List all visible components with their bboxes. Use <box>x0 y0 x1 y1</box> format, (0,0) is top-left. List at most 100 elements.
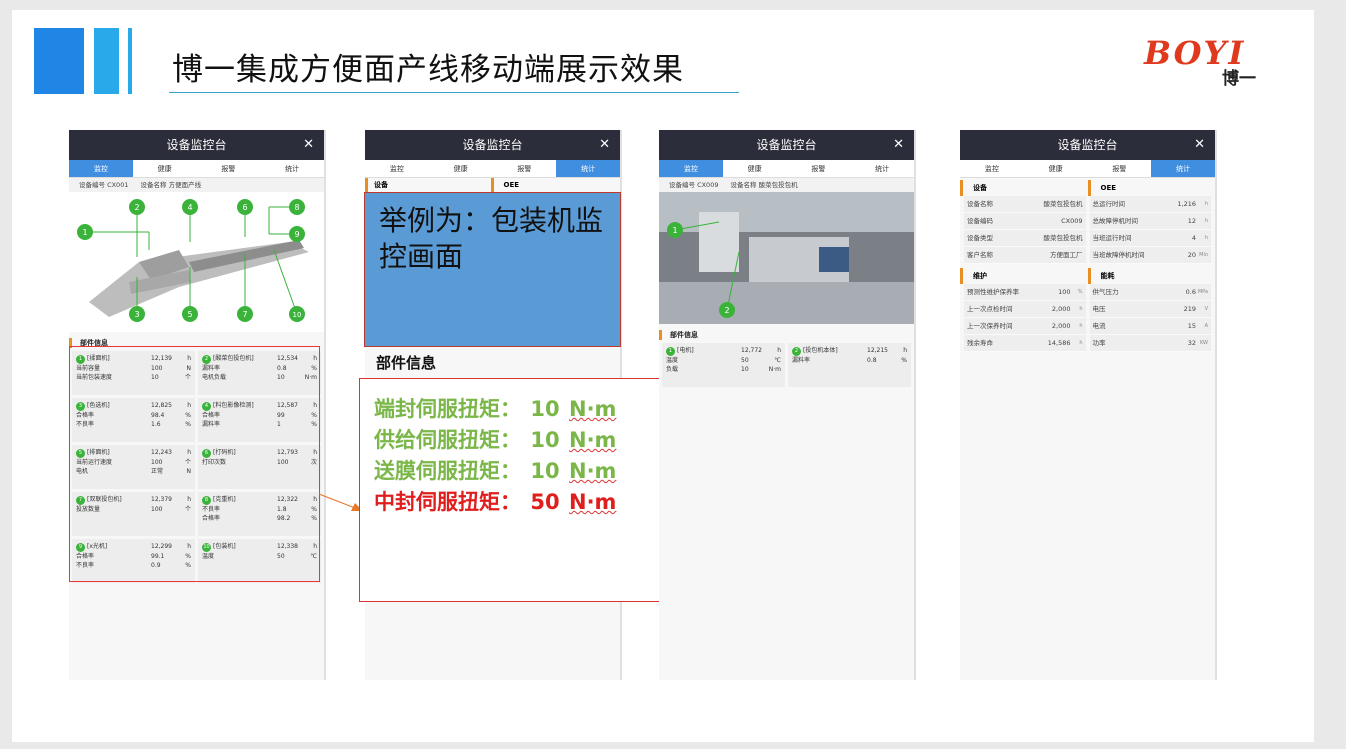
torque-value: 50 <box>530 490 560 514</box>
torque-label: 端封伺服扭矩： <box>374 397 521 421</box>
component-card[interactable]: 2 [投包机本体] 12,215 h 漏料率 0.8% <box>788 343 911 387</box>
stat-label: 预测性维护保养率 <box>967 288 1019 296</box>
svg-text:5: 5 <box>187 310 192 319</box>
title-accent-bar <box>128 28 132 94</box>
phone-title: 设备监控台 <box>756 138 817 152</box>
device-number: 设备编号 CX001 <box>79 181 129 189</box>
stat-label: 总运行时间 <box>1092 200 1126 208</box>
stat-label: 设备类型 <box>967 234 993 242</box>
stat-value: 14,586 <box>1047 339 1071 347</box>
stat-label: 电流 <box>1092 322 1106 330</box>
stat-unit: h <box>1204 218 1208 224</box>
section-title: 部件信息 <box>659 330 914 340</box>
stat-value: 酸菜包投包机 <box>1043 234 1083 242</box>
close-icon[interactable]: ✕ <box>303 130 314 160</box>
stat-unit: h <box>1204 235 1208 241</box>
phone-bagging-monitor: 设备监控台 ✕ 监控 健康 报警 统计 设备编号 CX009 设备名称 酸菜包投… <box>659 130 916 680</box>
card-name: [电机] <box>677 347 694 354</box>
tab-alarm[interactable]: 报警 <box>787 160 851 177</box>
stat-label: 电压 <box>1092 305 1106 313</box>
slide-title: 博一集成方便面产线移动端展示效果 <box>172 52 684 88</box>
stat-unit: MPa <box>1197 289 1208 295</box>
production-line-illustration: 1 2 3 4 5 6 7 8 9 10 <box>77 199 309 322</box>
stat-label: 功率 <box>1092 339 1106 347</box>
highlight-box <box>69 346 320 582</box>
stat-block-1: 设备名称 酸菜包投包机 设备编码 CX009 设备类型 酸菜包投包机 客户名称 方便面工厂 总… <box>960 196 1215 264</box>
stat-row: 上一次点检时间 2,000 h <box>964 301 1086 318</box>
svg-text:9: 9 <box>294 230 299 239</box>
tab-alarm[interactable]: 报警 <box>197 160 261 177</box>
tab-health[interactable]: 健康 <box>1024 160 1088 177</box>
component-card[interactable]: 1 [电机] 12,772 h 温度 50 ℃ 负载 10 N·m <box>662 343 785 387</box>
tab-monitor[interactable]: 监控 <box>960 160 1024 177</box>
card-header: 2 [投包机本体] 12,215 h <box>792 346 907 356</box>
close-icon[interactable]: ✕ <box>893 130 904 160</box>
svg-text:6: 6 <box>242 203 247 212</box>
stat-label: 设备名称 <box>967 200 993 208</box>
stat-row: 电压 219 V <box>1089 301 1211 318</box>
stat-value: 2,000 <box>1051 305 1071 313</box>
stat-section-heads: 维护 能耗 <box>960 268 1215 284</box>
metric-label: 负载 <box>666 366 679 373</box>
tab-health[interactable]: 健康 <box>133 160 197 177</box>
phone-header: 设备监控台 ✕ <box>659 130 914 160</box>
tab-health[interactable]: 健康 <box>429 160 493 177</box>
stat-row: 设备名称 酸菜包投包机 <box>964 196 1086 213</box>
stat-row: 设备编码 CX009 <box>964 213 1086 230</box>
oee-list: 总运行时间 1,216 h 总故障停机时间 12 h 当班运行时间 4 h 当班故障停机时间 20 M… <box>1088 196 1214 264</box>
stat-row: 残余寿命 14,586 h <box>964 335 1086 352</box>
section-oee: OEE <box>1087 180 1216 196</box>
logo-subtext: 博一 <box>1222 69 1256 89</box>
metric-label: 温度 <box>666 357 679 364</box>
card-hours-unit: h <box>777 347 781 354</box>
stat-unit: Min <box>1199 252 1208 258</box>
stat-row: 当班故障停机时间 20 Min <box>1089 247 1211 264</box>
title-accent-bar <box>94 28 119 94</box>
stat-value: 20 <box>1187 251 1196 259</box>
torque-row: 供给伺服扭矩： 10 N·m <box>374 424 616 454</box>
tab-stats[interactable]: 统计 <box>556 160 620 177</box>
card-metric-row: 负载 10 N·m <box>666 365 781 374</box>
torque-value: 10 <box>530 459 560 483</box>
metric-value: 50 <box>741 357 749 364</box>
device-info: 设备编号 CX001 设备名称 方便面产线 <box>69 178 324 192</box>
torque-unit: N·m <box>569 490 617 514</box>
device-detail-list: 设备名称 酸菜包投包机 设备编码 CX009 设备类型 酸菜包投包机 客户名称 方便面工厂 <box>962 196 1088 264</box>
tab-stats[interactable]: 统计 <box>850 160 914 177</box>
card-hours: 12,215 <box>867 347 888 354</box>
stat-label: 当班运行时间 <box>1092 234 1132 242</box>
device-info: 设备编号 CX009 设备名称 酸菜包投包机 <box>659 178 914 192</box>
example-text: 举例为：包装机监控画面 <box>379 204 604 273</box>
tab-alarm[interactable]: 报警 <box>493 160 557 177</box>
phone-tabs: 监控 健康 报警 统计 <box>659 160 914 178</box>
close-icon[interactable]: ✕ <box>1194 130 1205 160</box>
tab-monitor[interactable]: 监控 <box>69 160 133 177</box>
stat-value: 219 <box>1183 305 1196 313</box>
stat-value: 12 <box>1187 217 1196 225</box>
tab-health[interactable]: 健康 <box>723 160 787 177</box>
stat-value: 32 <box>1187 339 1196 347</box>
svg-text:1: 1 <box>672 226 677 235</box>
tab-monitor[interactable]: 监控 <box>659 160 723 177</box>
card-number-badge: 2 <box>792 347 801 356</box>
card-hours: 12,772 <box>741 347 762 354</box>
stat-value: CX009 <box>1061 217 1083 225</box>
card-number-badge: 1 <box>666 347 675 356</box>
stat-label: 总故障停机时间 <box>1092 217 1139 225</box>
phone-title: 设备监控台 <box>166 138 227 152</box>
tab-alarm[interactable]: 报警 <box>1088 160 1152 177</box>
boyi-logo: BOYI 博一 <box>1144 34 1274 89</box>
phone-tabs: 监控 健康 报警 统计 <box>69 160 324 178</box>
card-header: 1 [电机] 12,772 h <box>666 346 781 356</box>
metric-label: 漏料率 <box>792 357 811 364</box>
stat-section-heads: 设备 OEE <box>365 178 620 192</box>
tab-monitor[interactable]: 监控 <box>365 160 429 177</box>
tab-stats[interactable]: 统计 <box>1151 160 1215 177</box>
stat-row: 总运行时间 1,216 h <box>1089 196 1211 213</box>
phone-header: 设备监控台 ✕ <box>365 130 620 160</box>
close-icon[interactable]: ✕ <box>599 130 610 160</box>
machine-photo: 1 2 <box>659 192 914 324</box>
tab-stats[interactable]: 统计 <box>260 160 324 177</box>
energy-list: 供气压力 0.6 MPa 电压 219 V 电流 15 A 功率 32 KW <box>1088 284 1214 352</box>
svg-text:4: 4 <box>187 203 192 212</box>
